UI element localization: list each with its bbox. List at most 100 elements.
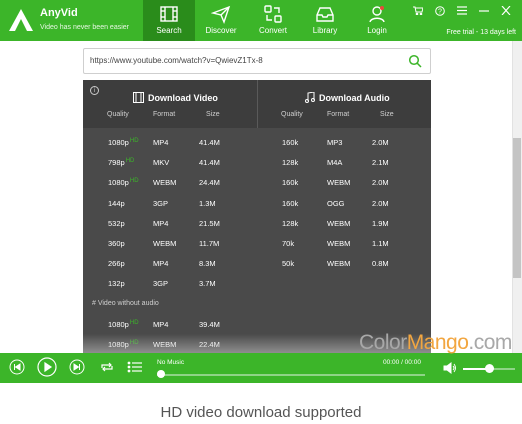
size-cell: 0.8M: [372, 259, 389, 269]
send-icon: [211, 5, 231, 24]
video-download-icon: [133, 92, 144, 103]
download-video-label: Download Video: [148, 92, 218, 103]
size-cell: 1.9M: [372, 218, 389, 228]
download-video-title: Download Video: [133, 92, 218, 103]
progress-knob[interactable]: [157, 370, 165, 378]
size-cell: 2.0M: [372, 198, 389, 208]
size-cell: 2.1M: [372, 158, 389, 168]
tab-discover-label: Discover: [205, 26, 237, 35]
video-format-header: Format: [153, 111, 176, 118]
url-input[interactable]: https://www.youtube.com/watch?v=QwievZ1T…: [90, 56, 263, 65]
format-cell: 3GP: [153, 279, 169, 289]
user-icon: [369, 6, 385, 23]
playback-time: 00:00 / 00:00: [383, 359, 421, 366]
table-row[interactable]: 128k M4A 2.1M: [83, 158, 431, 178]
tab-login-label: Login: [367, 26, 387, 35]
size-cell: 1.1M: [372, 239, 389, 248]
search-icon[interactable]: [408, 54, 422, 68]
quality-value: 160k: [282, 198, 299, 208]
watermark-part-3: .com: [468, 331, 512, 354]
quality-cell: 128k: [282, 158, 298, 167]
previous-icon[interactable]: [9, 359, 25, 375]
repeat-icon[interactable]: [99, 359, 115, 375]
table-row[interactable]: 70k WEBM 1.1M: [83, 239, 431, 259]
table-row[interactable]: 132p 3GP 3.7M: [83, 279, 431, 299]
volume-knob[interactable]: [485, 364, 494, 373]
size-cell: 3.7M: [199, 279, 216, 289]
quality-value: 132p: [108, 279, 125, 289]
quality-cell: 160k: [282, 138, 298, 147]
video-quality-header: Quality: [107, 111, 129, 118]
format-cell: M4A: [327, 158, 343, 168]
scrollbar-thumb[interactable]: [513, 138, 521, 278]
quality-cell: 160k: [282, 178, 298, 187]
tab-convert-label: Convert: [258, 26, 287, 35]
tab-search-label: Search: [156, 26, 182, 35]
quality-cell: 50k: [282, 259, 294, 268]
film-icon: [160, 6, 178, 22]
help-icon[interactable]: ?: [434, 6, 446, 18]
audio-format-header: Format: [327, 111, 350, 118]
quality-value: 1080p: [108, 320, 129, 329]
volume-icon[interactable]: [443, 361, 457, 375]
table-row[interactable]: 50k WEBM 0.8M: [83, 259, 431, 279]
audio-size-header: Size: [380, 111, 394, 118]
quality-value: 160k: [282, 178, 299, 188]
url-search-box[interactable]: https://www.youtube.com/watch?v=QwievZ1T…: [83, 48, 431, 74]
playlist-icon[interactable]: [127, 359, 143, 375]
quality-value: 160k: [282, 138, 299, 147]
format-cell: WEBM: [327, 239, 351, 248]
top-bar: AnyVid Video has never been easier Searc…: [0, 0, 522, 41]
window-controls: ?: [412, 5, 512, 18]
trial-status[interactable]: Free trial - 13 days left: [446, 29, 516, 36]
main-nav: Search Discover Convert Library Login: [143, 0, 403, 41]
next-icon[interactable]: [69, 359, 85, 375]
table-row[interactable]: 160k MP3 2.0M: [83, 138, 431, 158]
video-size-header: Size: [206, 111, 220, 118]
format-cell: WEBM: [327, 218, 351, 228]
format-cell: WEBM: [327, 178, 351, 188]
progress-bar[interactable]: [157, 374, 425, 376]
inbox-icon: [316, 7, 334, 22]
menu-icon[interactable]: [456, 6, 468, 18]
audio-quality-header: Quality: [281, 111, 303, 118]
cart-icon[interactable]: [412, 6, 424, 18]
app-name: AnyVid: [40, 7, 78, 19]
watermark-part-2: Mango: [406, 331, 469, 354]
tab-library[interactable]: Library: [299, 0, 351, 41]
convert-icon: [264, 5, 282, 23]
download-audio-label: Download Audio: [319, 92, 390, 103]
now-playing-title: No Music: [157, 359, 185, 366]
table-row[interactable]: 128k WEBM 1.9M: [83, 219, 431, 239]
download-options-panel: i Download Video Download Audio Quality …: [83, 80, 431, 355]
quality-cell: 70k: [282, 239, 294, 248]
watermark-part-1: Color: [359, 331, 407, 354]
no-audio-section-label: # Video without audio: [92, 300, 159, 307]
quality-cell: 1080pHD: [108, 320, 139, 329]
format-cell: WEBM: [327, 259, 351, 269]
anyvid-logo-icon: [9, 9, 33, 31]
quality-value: 128k: [282, 218, 299, 228]
play-icon[interactable]: [37, 357, 57, 377]
table-row[interactable]: 160k WEBM 2.0M: [83, 178, 431, 198]
info-icon[interactable]: i: [90, 86, 99, 95]
minimize-icon[interactable]: [478, 6, 490, 18]
column-divider: [257, 80, 258, 128]
tab-discover[interactable]: Discover: [195, 0, 247, 41]
tab-login[interactable]: Login: [351, 0, 403, 41]
quality-cell: 132p: [108, 279, 126, 288]
close-icon[interactable]: [500, 5, 512, 18]
quality-value: 128k: [282, 158, 299, 168]
svg-text:?: ?: [438, 9, 442, 16]
app-tagline: Video has never been easier: [40, 24, 129, 31]
tab-convert[interactable]: Convert: [247, 0, 299, 41]
download-audio-title: Download Audio: [305, 92, 390, 103]
tab-search[interactable]: Search: [143, 0, 195, 41]
quality-value: 70k: [282, 239, 295, 248]
music-note-icon: [305, 92, 315, 103]
format-cell: MP4: [153, 320, 169, 329]
quality-cell: 128k: [282, 219, 298, 228]
screenshot-caption: HD video download supported: [160, 404, 362, 421]
quality-value: 50k: [282, 259, 295, 269]
table-row[interactable]: 160k OGG 2.0M: [83, 199, 431, 219]
